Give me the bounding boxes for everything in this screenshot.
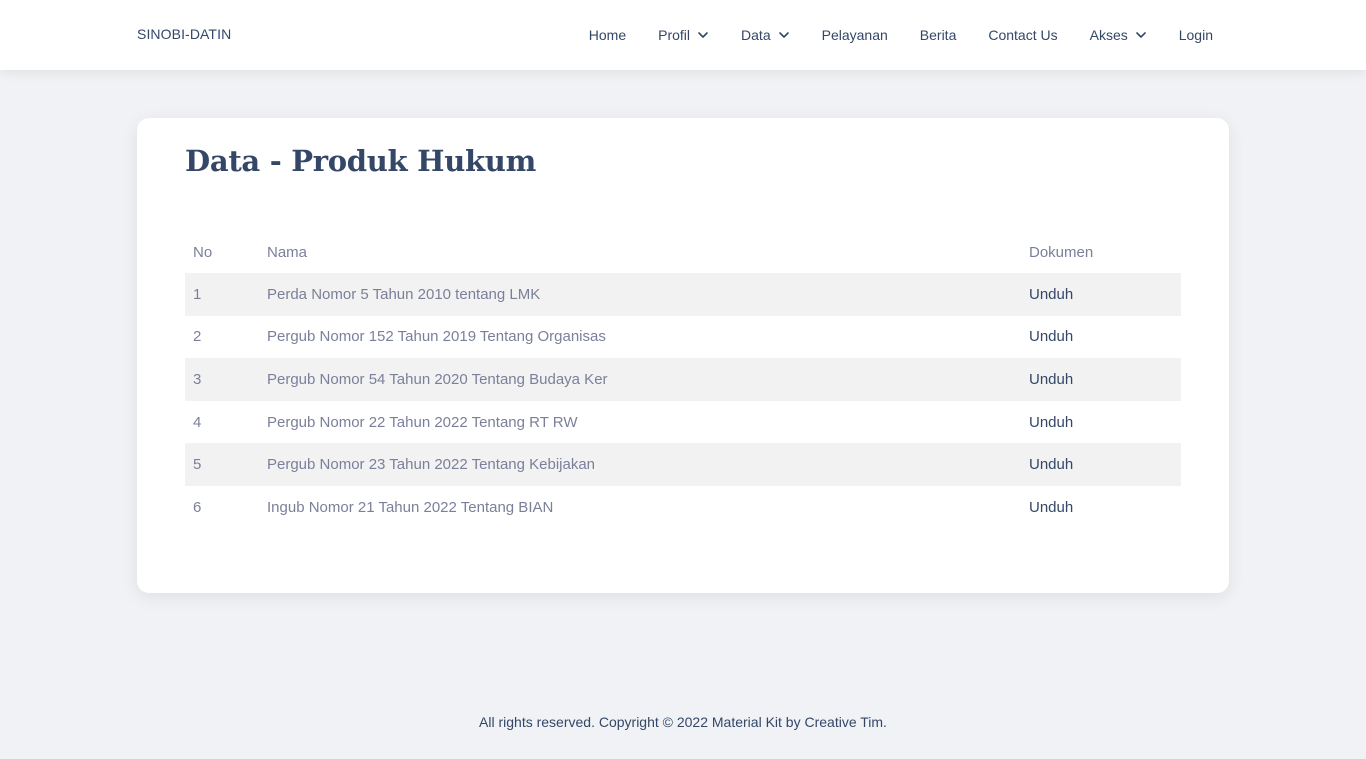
nav-item-home[interactable]: Home: [589, 27, 626, 43]
table-row: 2 Pergub Nomor 152 Tahun 2019 Tentang Or…: [185, 316, 1181, 359]
table-row: 4 Pergub Nomor 22 Tahun 2022 Tentang RT …: [185, 401, 1181, 444]
produk-hukum-table: No Nama Dokumen 1 Perda Nomor 5 Tahun 20…: [185, 231, 1181, 529]
unduh-link[interactable]: Unduh: [1021, 443, 1181, 486]
unduh-link[interactable]: Unduh: [1021, 316, 1181, 359]
row-number: 4: [193, 413, 202, 431]
table-row: 3 Pergub Nomor 54 Tahun 2020 Tentang Bud…: [185, 358, 1181, 401]
table-row: 6 Ingub Nomor 21 Tahun 2022 Tentang BIAN…: [185, 486, 1181, 529]
nav-item-label: Berita: [919, 27, 957, 43]
nav-item-akses[interactable]: Akses: [1090, 27, 1147, 43]
nav-item-label: Akses: [1089, 27, 1128, 43]
row-number: 2: [193, 328, 202, 346]
content-card: Data - Produk Hukum No Nama Dokumen 1 Pe…: [137, 118, 1229, 593]
row-nama: Perda Nomor 5 Tahun 2010 tentang LMK: [259, 273, 1021, 316]
nav-item-data[interactable]: Data: [741, 27, 790, 43]
nav-item-contact-us[interactable]: Contact Us: [988, 27, 1057, 43]
unduh-link[interactable]: Unduh: [1021, 273, 1181, 316]
row-nama: Pergub Nomor 23 Tahun 2022 Tentang Kebij…: [259, 443, 1021, 486]
navbar: SINOBI-DATIN Home Profil Data Pelayanan …: [0, 0, 1366, 70]
row-nama: Pergub Nomor 152 Tahun 2019 Tentang Orga…: [267, 328, 606, 346]
nav-item-label: Pelayanan: [821, 27, 888, 43]
nav-item-label: Data: [741, 27, 771, 43]
unduh-link[interactable]: Unduh: [1021, 358, 1181, 401]
nav-item-berita[interactable]: Berita: [920, 27, 957, 43]
unduh-link[interactable]: Unduh: [1021, 486, 1181, 529]
unduh-link[interactable]: Unduh: [1021, 401, 1181, 444]
nav-item-label: Home: [588, 27, 627, 43]
row-number: 5: [185, 443, 259, 486]
row-nama: Pergub Nomor 54 Tahun 2020 Tentang Buday…: [259, 358, 1021, 401]
nav-item-pelayanan[interactable]: Pelayanan: [822, 27, 888, 43]
nav-item-label: Profil: [658, 27, 691, 43]
page-title: Data - Produk Hukum: [185, 144, 536, 178]
table-row: 5 Pergub Nomor 23 Tahun 2022 Tentang Keb…: [185, 443, 1181, 486]
column-header-dokumen: Dokumen: [1029, 243, 1094, 261]
row-number: 6: [193, 498, 202, 516]
column-header-no: No: [193, 243, 213, 261]
chevron-down-icon: [1135, 29, 1147, 41]
row-number: 1: [185, 273, 259, 316]
chevron-down-icon: [697, 29, 709, 41]
column-header-nama: Nama: [267, 243, 308, 261]
table-row: 1 Perda Nomor 5 Tahun 2010 tentang LMK U…: [185, 273, 1181, 316]
row-number: 3: [185, 358, 259, 401]
nav-item-label: Contact Us: [988, 27, 1058, 43]
chevron-down-icon: [778, 29, 790, 41]
brand-link[interactable]: SINOBI-DATIN: [137, 26, 231, 42]
nav-item-login[interactable]: Login: [1179, 27, 1213, 43]
table-header-row: No Nama Dokumen: [185, 231, 1181, 273]
nav-item-label: Login: [1178, 27, 1213, 43]
footer-copyright: All rights reserved. Copyright © 2022 Ma…: [479, 714, 887, 730]
nav-item-profil[interactable]: Profil: [658, 27, 709, 43]
nav-menu: Home Profil Data Pelayanan Berita Contac…: [589, 0, 1213, 70]
row-nama: Pergub Nomor 22 Tahun 2022 Tentang RT RW: [267, 413, 578, 431]
row-nama: Ingub Nomor 21 Tahun 2022 Tentang BIAN: [267, 498, 554, 516]
